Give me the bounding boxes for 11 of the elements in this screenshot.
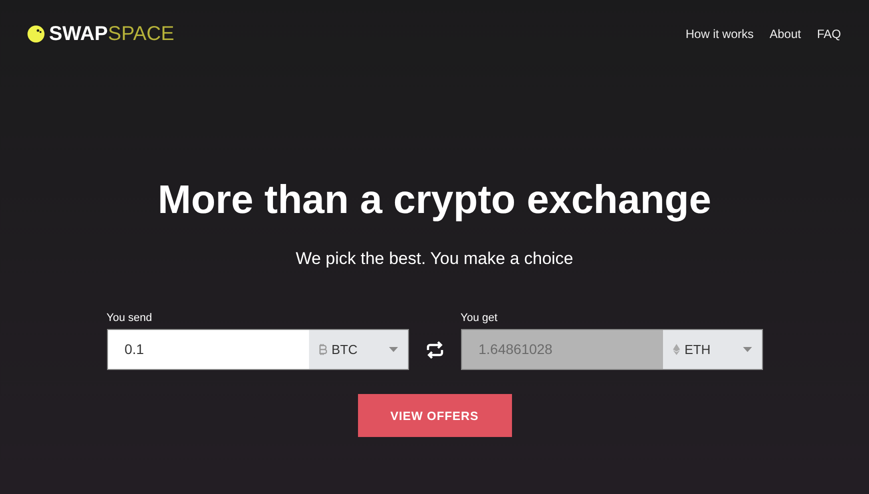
view-offers-button[interactable]: VIEW OFFERS [358,394,512,437]
field-label: You send [106,310,153,326]
field-label: You get [460,310,498,326]
swap-icon[interactable] [424,340,444,358]
logo-icon [27,25,45,43]
nav-link[interactable]: FAQ [816,25,841,43]
nav-link[interactable]: How it works [686,25,754,43]
hero-title: More than a crypto exchange [156,177,712,224]
hero-subtitle: We pick the best. You make a choice [294,248,574,270]
logo-text[interactable]: SWAPSPACE [49,19,174,49]
nav-link[interactable]: About [770,25,801,43]
